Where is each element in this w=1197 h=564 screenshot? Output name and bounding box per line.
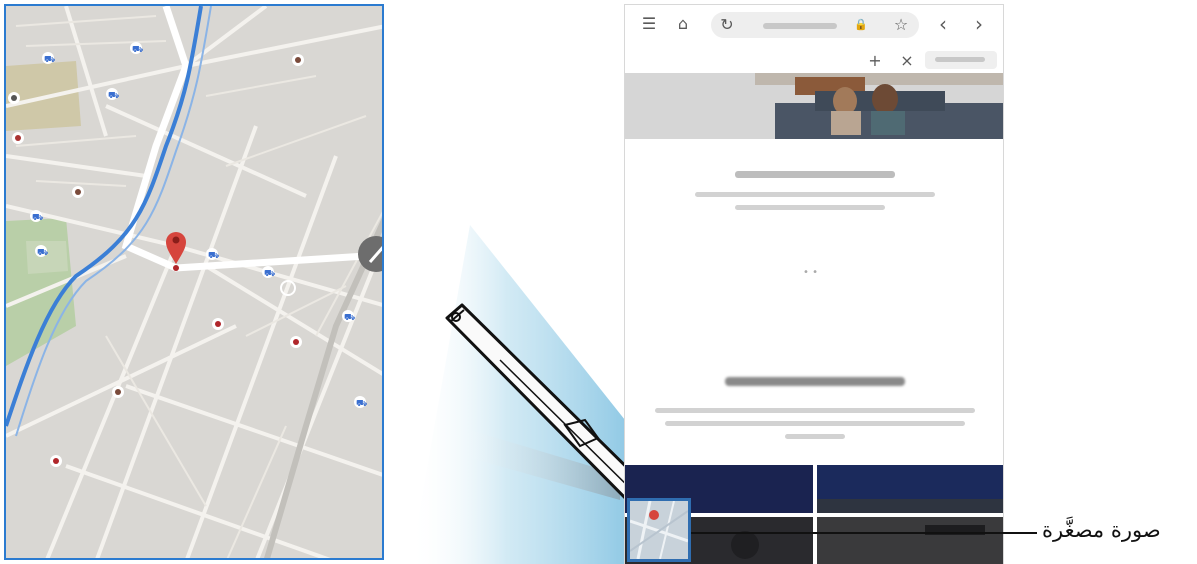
tab-row: + × xyxy=(625,49,1003,73)
svg-text:⛟: ⛟ xyxy=(44,55,55,65)
thumbnail-label: صورة مصغَّرة xyxy=(1042,518,1161,542)
tab-item[interactable] xyxy=(925,51,997,69)
blurred-section-title xyxy=(725,377,905,386)
thumb-pin-icon xyxy=(649,510,659,520)
url-text-blurred xyxy=(763,23,837,29)
svg-text:⛟: ⛟ xyxy=(208,251,219,261)
svg-text:⛟: ⛟ xyxy=(356,399,367,409)
blurred-text xyxy=(695,192,935,197)
blurred-heading xyxy=(735,171,895,178)
svg-text:⛟: ⛟ xyxy=(32,213,43,223)
browser-toolbar: ☰ ⌂ ↻ 🔒 ☆ ‹ › xyxy=(625,5,1003,43)
svg-text:⛟: ⛟ xyxy=(108,91,119,101)
menu-icon[interactable]: ☰ xyxy=(639,14,659,34)
close-tab-icon[interactable]: × xyxy=(897,51,917,71)
svg-text:⛟: ⛟ xyxy=(37,248,48,258)
map-panel[interactable]: ⛟ ⛟ ⛟ ⛟ ⛟ ⛟ ⛟ ⛟ ⛟ xyxy=(4,4,384,560)
svg-text:⛟: ⛟ xyxy=(264,269,275,279)
blurred-text xyxy=(655,408,975,413)
home-icon[interactable]: ⌂ xyxy=(673,14,693,34)
forward-icon[interactable]: › xyxy=(969,14,989,34)
star-icon[interactable]: ☆ xyxy=(891,15,911,35)
svg-text:⛟: ⛟ xyxy=(344,313,355,323)
svg-text:⛟: ⛟ xyxy=(132,45,143,55)
reload-icon[interactable]: ↻ xyxy=(717,15,737,35)
back-icon[interactable]: ‹ xyxy=(933,14,953,34)
hero-image xyxy=(625,73,1003,139)
blurred-text xyxy=(665,421,965,426)
url-bar[interactable]: ↻ 🔒 ☆ xyxy=(711,12,919,38)
callout-line xyxy=(691,532,1037,534)
cone-fill xyxy=(410,225,625,564)
cone-streak xyxy=(460,430,620,500)
map-canvas[interactable]: ⛟ ⛟ ⛟ ⛟ ⛟ ⛟ ⛟ ⛟ ⛟ xyxy=(6,6,384,560)
blurred-text xyxy=(785,434,845,439)
blurred-text xyxy=(735,205,885,210)
map-thumbnail[interactable] xyxy=(627,498,691,562)
browser-window: ☰ ⌂ ↻ 🔒 ☆ ‹ › + × • • xyxy=(624,4,1004,564)
new-tab-icon[interactable]: + xyxy=(865,51,885,71)
loading-dots: • • xyxy=(803,267,818,278)
lock-icon: 🔒 xyxy=(854,18,868,31)
